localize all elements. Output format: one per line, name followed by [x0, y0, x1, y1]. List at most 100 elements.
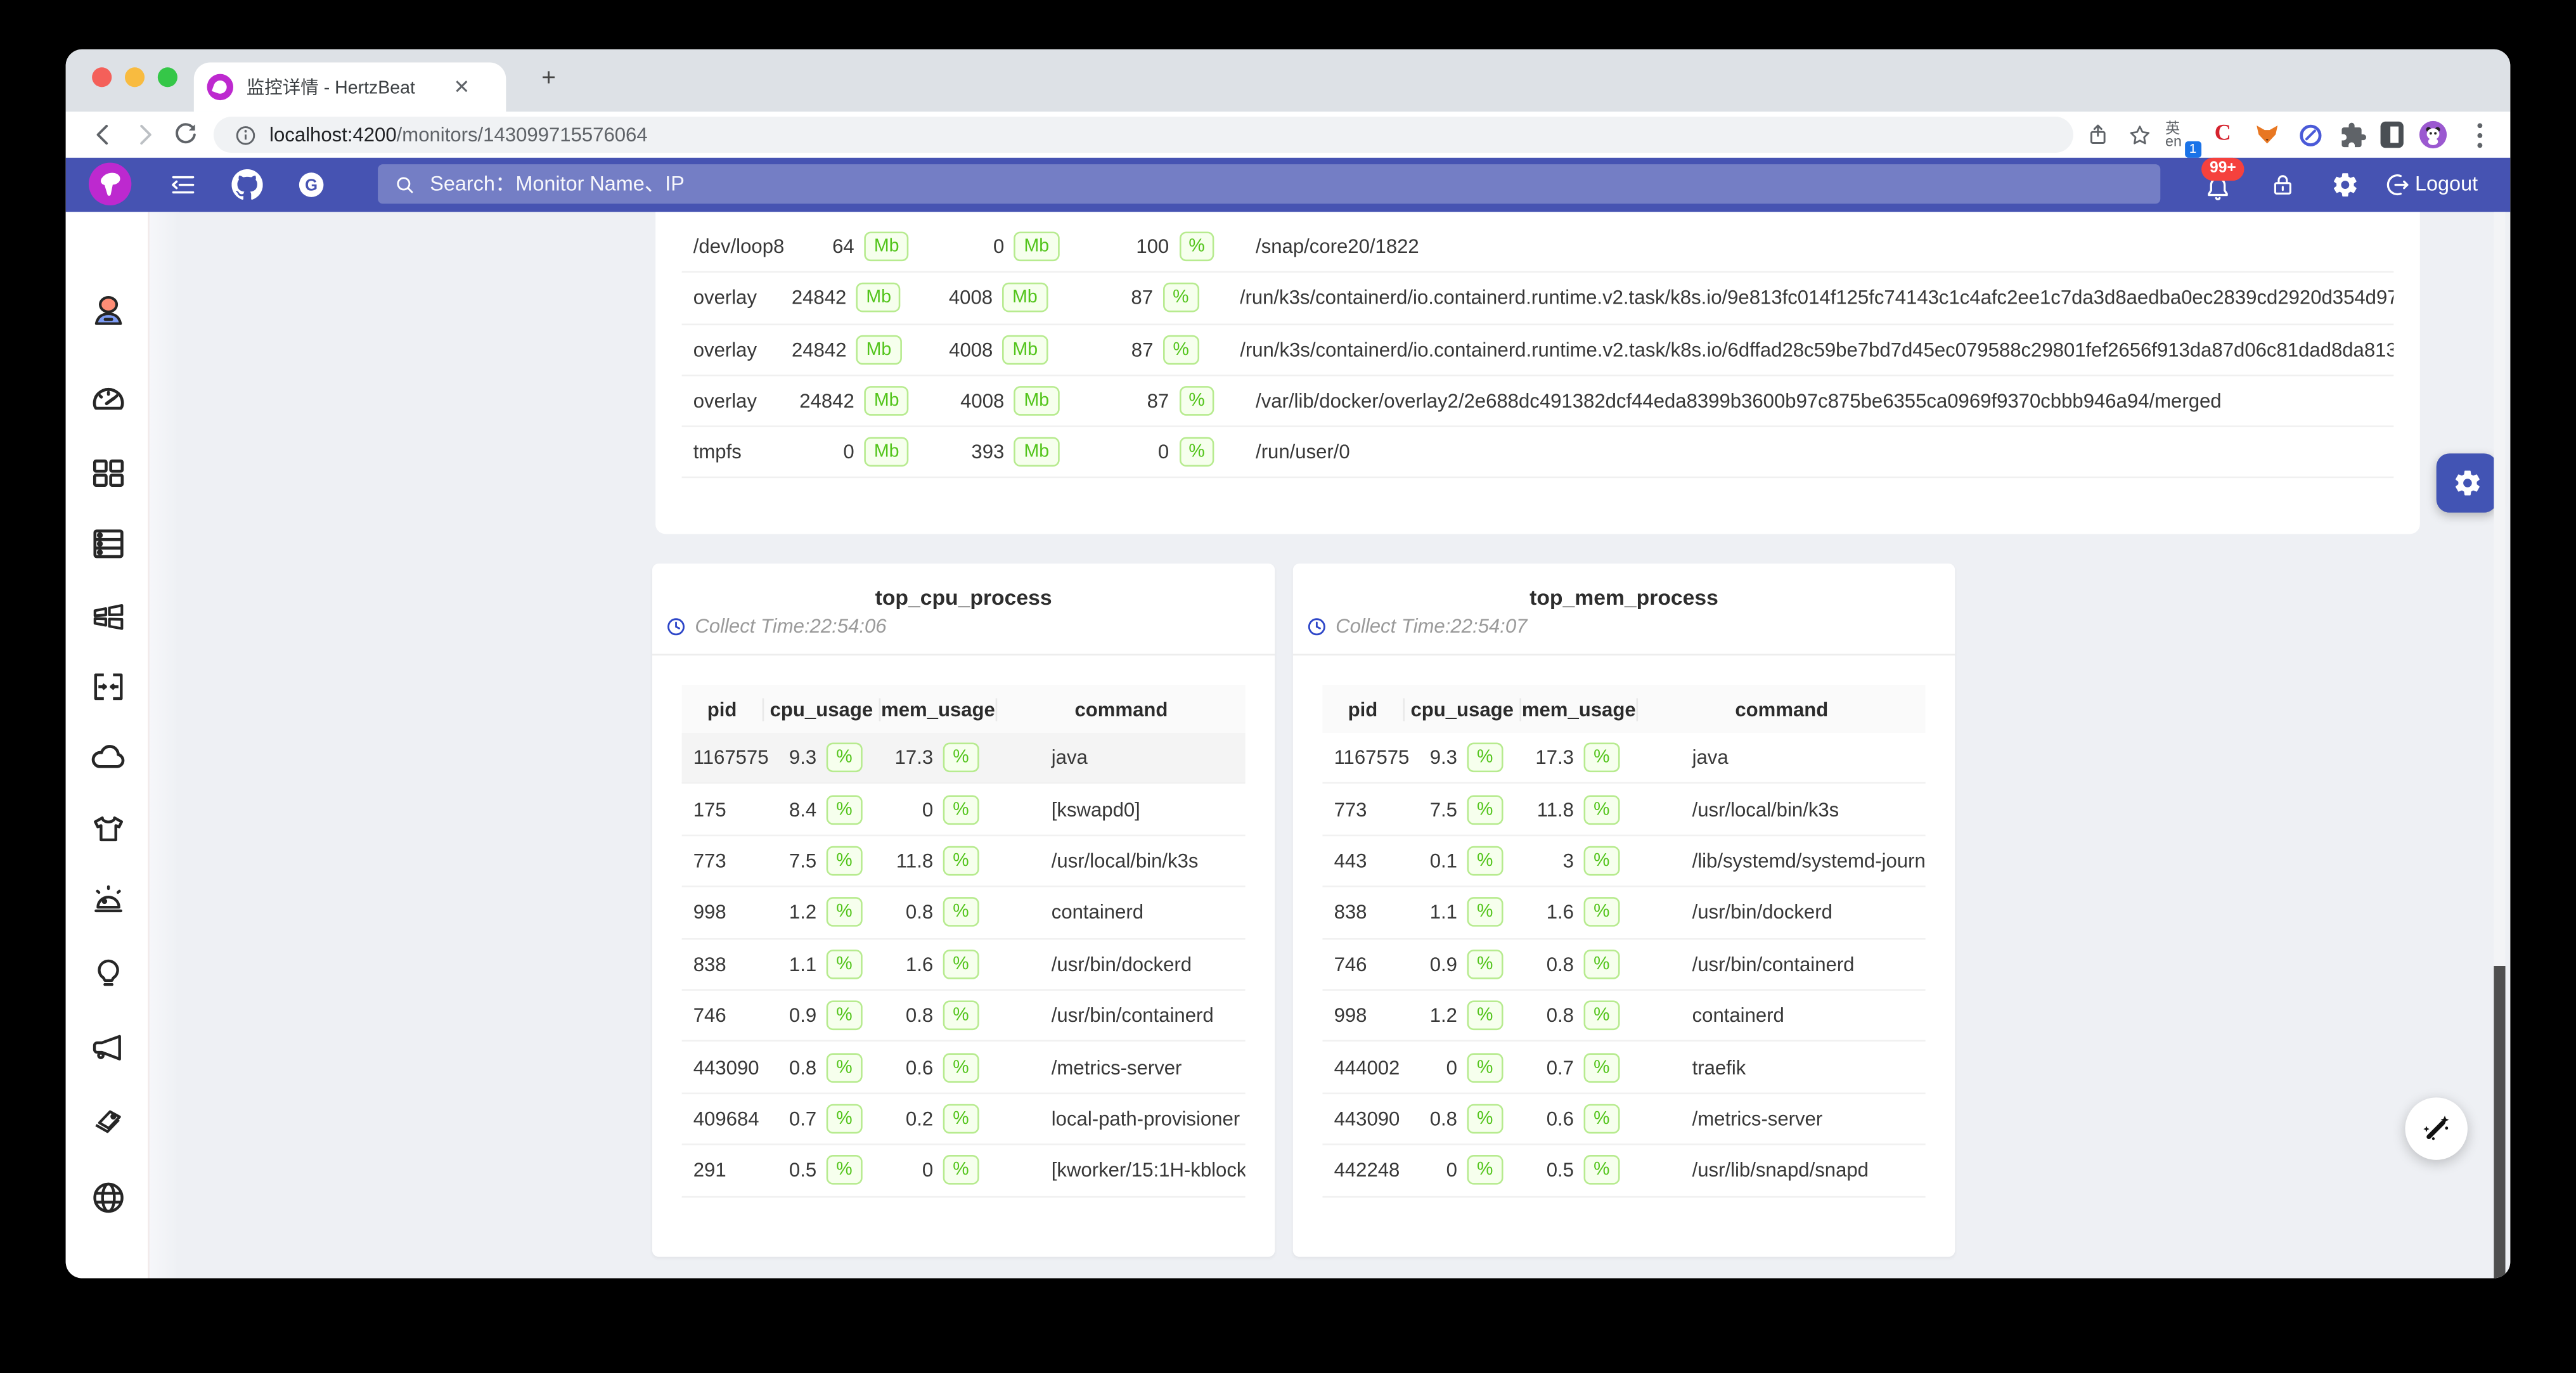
logout-icon[interactable] — [2382, 169, 2413, 200]
translate-extension-icon[interactable]: 英en1 — [2163, 119, 2196, 151]
sidebar-item-app-service-icon[interactable] — [89, 810, 128, 849]
extension-c-icon[interactable]: C — [2206, 119, 2239, 151]
sidebar-item-status-icon[interactable] — [89, 955, 128, 994]
sidebar-item-notice-icon[interactable] — [89, 1028, 128, 1067]
table-row: 443090 0.8% 0.6% /metrics-server — [1322, 1093, 1925, 1145]
settings-gear-icon[interactable] — [2329, 169, 2360, 200]
unit-badge: % — [1584, 1156, 1620, 1185]
sidebar-item-account-icon[interactable] — [89, 292, 128, 332]
search-input[interactable] — [427, 171, 2144, 197]
menu-fold-icon[interactable] — [167, 169, 198, 200]
unit-badge: % — [1584, 1104, 1620, 1134]
global-search[interactable] — [378, 164, 2160, 203]
pid-value: 442248 — [1322, 1159, 1405, 1182]
magic-wand-button[interactable] — [2405, 1097, 2467, 1159]
command-value: /usr/bin/dockerd — [1638, 901, 1926, 924]
app-navbar: G 99+ Logout — [66, 158, 2511, 212]
minimize-window-button[interactable] — [125, 67, 145, 87]
table-row: 442248 0% 0.5% /usr/lib/snapd/snapd — [1322, 1145, 1925, 1197]
gitee-icon[interactable]: G — [296, 169, 327, 200]
unit-badge: % — [1467, 1052, 1503, 1082]
unit-badge: % — [943, 1104, 979, 1134]
reload-icon[interactable] — [171, 120, 201, 150]
disk-total-value: 0 — [775, 441, 854, 463]
mem-usage-value: 0.8 — [880, 901, 933, 924]
sidebar-item-tags-icon[interactable] — [89, 1104, 128, 1144]
maximize-window-button[interactable] — [158, 67, 177, 87]
sidebar-item-cloud-icon[interactable] — [89, 738, 128, 777]
adguard-extension-icon[interactable] — [2293, 119, 2326, 151]
command-value: java — [1638, 746, 1926, 769]
table-row: 443090 0.8% 0.6% /metrics-server — [682, 1042, 1246, 1093]
share-icon[interactable] — [2082, 119, 2115, 151]
cpu-usage-value: 9.3 — [764, 746, 816, 769]
pid-value: 291 — [682, 1159, 764, 1182]
pid-value: 443 — [1322, 849, 1405, 872]
sidebar-item-apps-icon[interactable] — [89, 453, 128, 493]
scrollbar-thumb[interactable] — [2494, 966, 2505, 1278]
logout-label[interactable]: Logout — [2415, 172, 2478, 195]
disk-free-value: 4008 — [929, 389, 1004, 412]
sidebar-shadow — [150, 212, 179, 1278]
cpu-usage-value: 0.8 — [764, 1055, 816, 1078]
sidebar-item-dashboard-icon[interactable] — [89, 380, 128, 419]
hertzbeat-logo-icon[interactable] — [89, 163, 131, 205]
github-icon[interactable] — [231, 169, 262, 200]
disk-mount-path: /run/k3s/containerd/io.containerd.runtim… — [1240, 287, 2393, 309]
profile-avatar[interactable] — [2417, 119, 2450, 151]
divider — [1293, 654, 1955, 656]
back-icon[interactable] — [89, 120, 119, 150]
unit-badge: Mb — [1014, 386, 1059, 416]
sidebar-extension-icon[interactable] — [2376, 119, 2409, 151]
extensions-puzzle-icon[interactable] — [2336, 119, 2369, 151]
bookmark-star-icon[interactable] — [2123, 119, 2156, 151]
table-row: 998 1.2% 0.8% containerd — [682, 887, 1246, 939]
pid-value: 773 — [1322, 798, 1405, 821]
sidebar-item-globe-icon[interactable] — [89, 1178, 128, 1217]
top-mem-process-card: top_mem_process Collect Time:22:54:07 pi… — [1293, 564, 1955, 1257]
magic-wand-icon — [2418, 1111, 2454, 1147]
browser-window: 监控详情 - HertzBeat ✕ + localhost:4200/moni… — [66, 49, 2511, 1279]
cpu-usage-value: 0.7 — [764, 1107, 816, 1130]
sidebar-item-server-icon[interactable] — [89, 524, 128, 564]
forward-icon[interactable] — [130, 120, 160, 150]
pid-value: 746 — [682, 1004, 764, 1027]
unit-badge: % — [1584, 949, 1620, 979]
unit-badge: % — [943, 1052, 979, 1082]
url-bar[interactable]: localhost:4200/monitors/143099715576064 — [214, 117, 2073, 153]
mem-usage-value: 0 — [880, 1159, 933, 1182]
unit-badge: % — [1467, 1001, 1503, 1031]
table-row: 773 7.5% 11.8% /usr/local/bin/k3s — [682, 836, 1246, 887]
theme-settings-button[interactable] — [2437, 453, 2497, 512]
metamask-fox-icon[interactable] — [2251, 119, 2284, 151]
unit-badge: % — [827, 1001, 862, 1031]
sidebar-item-os-icon[interactable] — [89, 596, 128, 636]
scrollbar-track[interactable] — [2494, 212, 2505, 1278]
table-body: 1167575 9.3% 17.3% java 773 7.5% 11.8% /… — [1322, 733, 1925, 1197]
gitee-letter: G — [305, 177, 318, 195]
lock-icon[interactable] — [2267, 169, 2298, 200]
unit-badge: % — [1467, 846, 1503, 876]
browser-menu-icon[interactable] — [2463, 119, 2496, 151]
sidebar — [66, 212, 150, 1278]
sidebar-item-alert-icon[interactable] — [89, 880, 128, 920]
disk-name: tmpfs — [682, 441, 776, 463]
table-row: 443 0.1% 3% /lib/systemd/systemd-journal… — [1322, 836, 1925, 887]
disk-usage-value: 87 — [1067, 287, 1153, 309]
disk-mount-path: /run/k3s/containerd/io.containerd.runtim… — [1240, 338, 2393, 361]
unit-badge: Mb — [864, 232, 909, 262]
unit-badge: Mb — [864, 386, 909, 416]
page-info-icon[interactable] — [233, 122, 258, 147]
new-tab-button[interactable]: + — [536, 67, 562, 93]
mem-usage-value: 1.6 — [1521, 901, 1574, 924]
tab-close-icon[interactable]: ✕ — [453, 77, 470, 97]
unit-badge: % — [827, 1104, 862, 1134]
unit-badge: % — [943, 898, 979, 927]
browser-tab[interactable]: 监控详情 - HertzBeat ✕ — [194, 62, 506, 112]
close-window-button[interactable] — [92, 67, 112, 87]
disk-usage-value: 87 — [1079, 389, 1169, 412]
disk-free-value: 4008 — [921, 338, 993, 361]
command-value: containerd — [997, 901, 1245, 924]
sidebar-item-collector-icon[interactable] — [89, 667, 128, 706]
unit-badge: Mb — [1014, 232, 1059, 262]
